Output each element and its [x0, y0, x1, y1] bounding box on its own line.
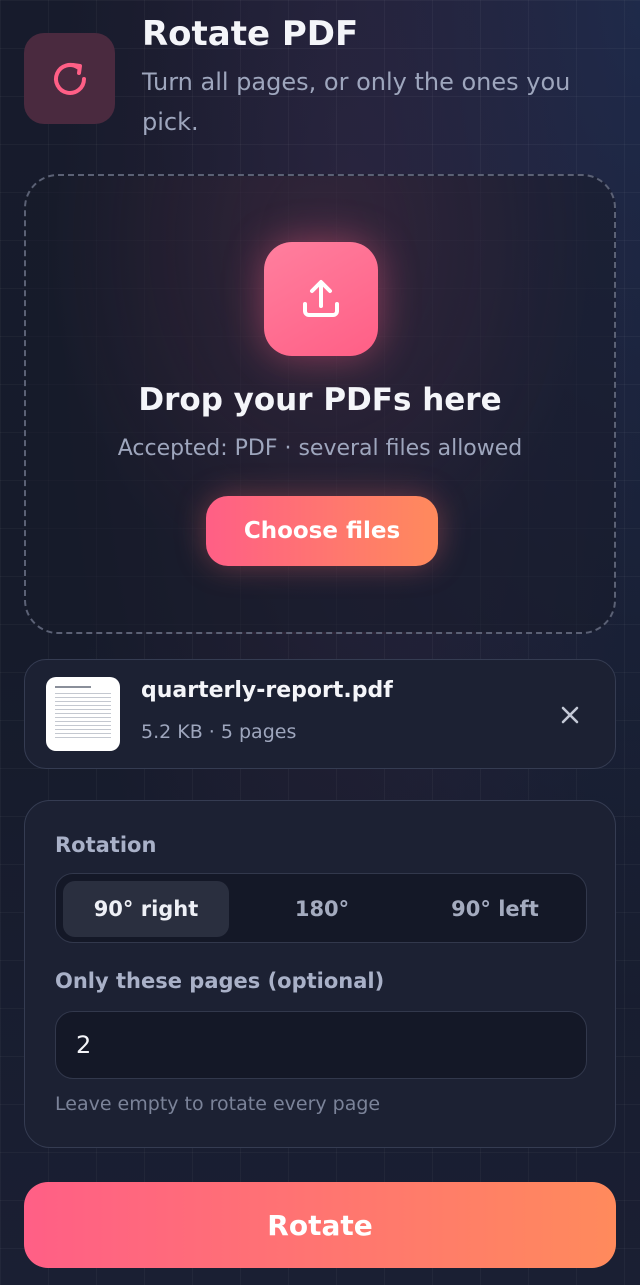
- file-name: quarterly-report.pdf: [141, 678, 393, 703]
- rotate-button[interactable]: Rotate: [24, 1182, 616, 1268]
- rotation-option-180[interactable]: 180°: [239, 881, 405, 937]
- remove-file-button[interactable]: [551, 696, 589, 734]
- rotation-option-90-right[interactable]: 90° right: [63, 881, 229, 937]
- rotation-segmented-control: 90° right 180° 90° left: [55, 873, 587, 943]
- file-meta: 5.2 KB · 5 pages: [141, 721, 297, 743]
- upload-icon: [264, 242, 378, 356]
- pages-label: Only these pages (optional): [55, 969, 385, 993]
- file-thumbnail: [46, 677, 120, 751]
- file-dropzone[interactable]: Drop your PDFs here Accepted: PDF · seve…: [24, 174, 616, 634]
- page-header: Rotate PDF Turn all pages, or only the o…: [24, 12, 624, 152]
- dropzone-title: Drop your PDFs here: [138, 382, 502, 418]
- rotate-icon: [24, 33, 115, 124]
- rotation-option-90-left[interactable]: 90° left: [412, 881, 578, 937]
- file-card: quarterly-report.pdf 5.2 KB · 5 pages: [24, 659, 616, 769]
- rotation-options-panel: Rotation 90° right 180° 90° left Only th…: [24, 800, 616, 1148]
- dropzone-subtitle: Accepted: PDF · several files allowed: [117, 436, 523, 461]
- close-icon: [561, 706, 579, 724]
- pages-hint: Leave empty to rotate every page: [55, 1093, 381, 1115]
- pages-input[interactable]: [55, 1011, 587, 1079]
- choose-files-button[interactable]: Choose files: [206, 496, 438, 566]
- rotation-label: Rotation: [55, 833, 157, 857]
- page-title: Rotate PDF: [142, 14, 359, 54]
- page-subtitle: Turn all pages, or only the ones you pic…: [142, 68, 571, 136]
